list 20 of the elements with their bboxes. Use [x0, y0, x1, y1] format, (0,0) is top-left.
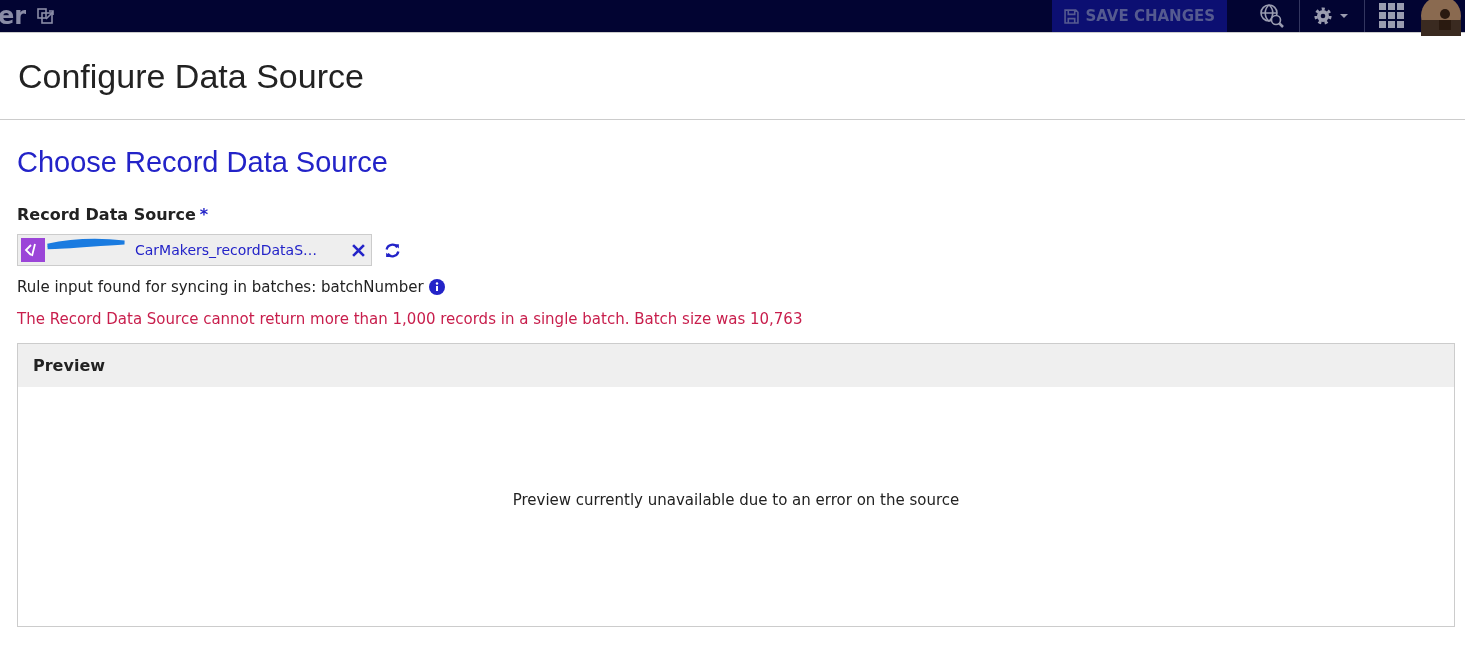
page-title: Configure Data Source [18, 56, 364, 96]
field-label: Record Data Source [17, 205, 196, 224]
user-avatar[interactable] [1421, 0, 1461, 36]
refresh-icon[interactable] [384, 241, 401, 259]
save-icon [1064, 8, 1080, 24]
chip-label: CarMakers_recordDataS… [135, 242, 318, 258]
preview-title: Preview [33, 356, 105, 375]
error-message: The Record Data Source cannot return more than 1,000 records in a single batch. Batch size was 10,763 [17, 310, 804, 328]
open-in-new-icon[interactable] [36, 7, 57, 25]
required-mark: * [199, 205, 209, 224]
section-title: Choose Record Data Source [17, 146, 389, 179]
info-icon[interactable] [428, 279, 445, 295]
rule-input-info: Rule input found for syncing in batches: batchNumber [17, 278, 424, 296]
globe-search-icon[interactable] [1259, 3, 1285, 29]
code-icon [21, 238, 45, 262]
preview-message: Preview currently unavailable due to an error on the source [512, 491, 960, 509]
app-grid-icon[interactable] [1379, 3, 1405, 29]
close-icon[interactable] [352, 243, 365, 257]
data-source-chip[interactable]: CarMakers_recordDataS… [17, 234, 372, 266]
settings-icon[interactable] [1314, 6, 1350, 26]
